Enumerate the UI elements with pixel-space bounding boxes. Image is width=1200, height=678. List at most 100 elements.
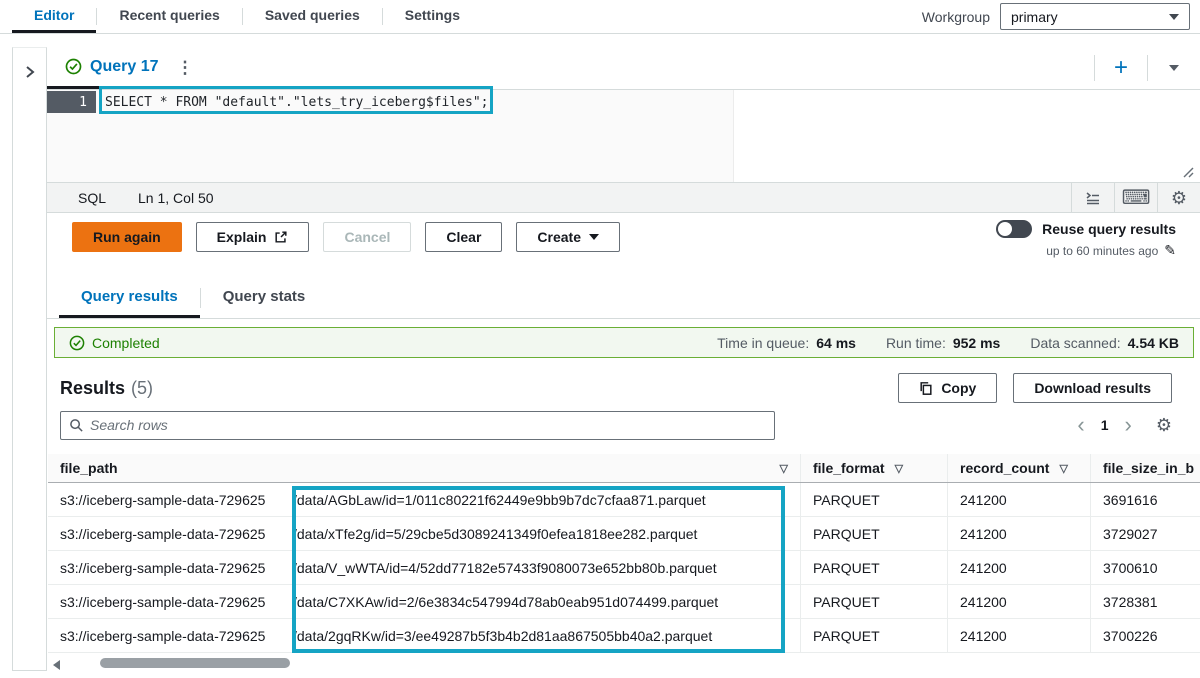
column-header-record-count[interactable]: record_count ▽ [947,454,1090,482]
cell-file-size[interactable]: 3700226 [1090,619,1200,652]
copy-label: Copy [941,380,976,396]
scroll-left-arrow[interactable] [53,660,60,670]
cell-file-format[interactable]: PARQUET [800,551,947,584]
clear-button[interactable]: Clear [425,222,502,252]
tab-recent-queries[interactable]: Recent queries [97,0,241,33]
query-tab-bar: Query 17 ⋮ + [47,47,1200,90]
file-path-prefix: s3://iceberg-sample-data-729625 [60,492,293,508]
column-label: file_format [813,460,885,476]
file-path-prefix: s3://iceberg-sample-data-729625 [60,560,293,576]
stat-run-time: Run time: 952 ms [886,335,1000,351]
keyboard-icon: ⌨ [1122,188,1151,208]
keyboard-shortcuts-button[interactable]: ⌨ [1115,183,1157,212]
current-page-number[interactable]: 1 [1101,417,1109,433]
cell-file-format[interactable]: PARQUET [800,585,947,618]
cell-file-path[interactable]: s3://iceberg-sample-data-729625 /data/2g… [48,619,800,652]
chevron-down-icon [1169,65,1179,71]
cell-file-path[interactable]: s3://iceberg-sample-data-729625 /data/C7… [48,585,800,618]
tab-query-results[interactable]: Query results [59,278,200,318]
editor-language-label: SQL [78,190,106,206]
horizontal-scrollbar [47,656,1200,671]
table-row[interactable]: s3://iceberg-sample-data-729625 /data/C7… [48,585,1200,619]
column-header-file-path[interactable]: file_path ▽ [48,454,800,482]
top-nav-tabs: Editor Recent queries Saved queries Sett… [0,0,482,33]
stat-time-in-queue: Time in queue: 64 ms [717,335,856,351]
new-query-tab-button[interactable]: + [1095,56,1147,80]
toggle-knob [998,222,1012,236]
editor-resize-handle[interactable] [1180,164,1194,178]
chevron-down-icon [1169,14,1179,20]
filter-icon[interactable]: ▽ [1059,462,1067,475]
query-tab[interactable]: Query 17 [47,47,168,89]
query-tab-menu-button[interactable]: ⋮ [168,58,201,78]
reuse-results-toggle[interactable] [996,220,1032,238]
format-icon [1084,190,1102,206]
chevron-down-icon [589,234,599,240]
cell-file-size[interactable]: 3728381 [1090,585,1200,618]
cell-record-count[interactable]: 241200 [947,517,1090,550]
cell-file-format[interactable]: PARQUET [800,619,947,652]
query-success-icon [65,58,82,75]
filter-icon[interactable]: ▽ [895,462,903,475]
cursor-position-label: Ln 1, Col 50 [138,190,214,206]
create-button[interactable]: Create [516,222,620,252]
editor-status-bar: SQL Ln 1, Col 50 ⌨ ⚙ [47,182,1200,213]
cell-file-size[interactable]: 3700610 [1090,551,1200,584]
format-query-button[interactable] [1072,183,1114,212]
expand-sidebar-button[interactable] [22,64,38,670]
workgroup-select[interactable]: primary [1000,3,1190,30]
sql-editor[interactable]: 1 SELECT * FROM "default"."lets_try_iceb… [47,90,1200,182]
cell-record-count[interactable]: 241200 [947,585,1090,618]
next-page-button[interactable]: › [1125,414,1132,436]
edit-pencil-icon[interactable]: ✎ [1164,242,1176,259]
cancel-button: Cancel [323,222,411,252]
file-path-prefix: s3://iceberg-sample-data-729625 [60,594,293,610]
tab-saved-queries[interactable]: Saved queries [243,0,382,33]
reuse-query-results-block: Reuse query results up to 60 minutes ago… [996,220,1176,259]
tab-settings[interactable]: Settings [383,0,482,33]
download-results-button[interactable]: Download results [1013,373,1172,403]
results-tabs: Query results Query stats [47,278,1200,319]
cell-record-count[interactable]: 241200 [947,483,1090,516]
cell-file-format[interactable]: PARQUET [800,517,947,550]
cell-file-size[interactable]: 3729027 [1090,517,1200,550]
copy-button[interactable]: Copy [898,373,997,403]
chevron-right-icon [22,64,38,80]
scrollbar-thumb[interactable] [100,658,290,668]
filter-icon[interactable]: ▽ [780,462,788,475]
search-rows-input[interactable] [90,417,766,433]
table-row[interactable]: s3://iceberg-sample-data-729625 /data/AG… [48,483,1200,517]
column-label: file_size_in_b [1103,460,1194,476]
stat-label: Data scanned: [1030,335,1120,351]
table-row[interactable]: s3://iceberg-sample-data-729625 /data/2g… [48,619,1200,653]
file-path-data-segment: /data/V_wWTA/id=4/52dd77182e57433f908007… [293,560,717,576]
query-status-banner: Completed Time in queue: 64 ms Run time:… [54,327,1194,358]
query-tabs-dropdown-button[interactable] [1148,65,1200,71]
results-table-header: file_path ▽ file_format ▽ record_count ▽… [48,454,1200,483]
cell-file-path[interactable]: s3://iceberg-sample-data-729625 /data/AG… [48,483,800,516]
collapsed-sidebar [12,47,47,671]
run-again-button[interactable]: Run again [72,222,182,252]
results-preferences-gear-icon[interactable]: ⚙ [1156,416,1172,434]
results-count: (5) [131,378,153,399]
search-box [60,411,775,440]
cell-record-count[interactable]: 241200 [947,551,1090,584]
tab-editor[interactable]: Editor [12,0,96,33]
cell-record-count[interactable]: 241200 [947,619,1090,652]
cell-file-format[interactable]: PARQUET [800,483,947,516]
reuse-results-label: Reuse query results [1042,221,1176,237]
column-header-file-format[interactable]: file_format ▽ [800,454,947,482]
cell-file-path[interactable]: s3://iceberg-sample-data-729625 /data/xT… [48,517,800,550]
stat-value: 952 ms [953,335,1000,351]
cell-file-path[interactable]: s3://iceberg-sample-data-729625 /data/V_… [48,551,800,584]
previous-page-button[interactable]: ‹ [1077,414,1084,436]
tab-query-stats[interactable]: Query stats [201,278,328,318]
table-row[interactable]: s3://iceberg-sample-data-729625 /data/xT… [48,517,1200,551]
workgroup-label: Workgroup [922,9,990,25]
table-row[interactable]: s3://iceberg-sample-data-729625 /data/V_… [48,551,1200,585]
cell-file-size[interactable]: 3691616 [1090,483,1200,516]
explain-button[interactable]: Explain [196,222,310,252]
column-header-file-size[interactable]: file_size_in_b [1090,454,1200,482]
editor-settings-button[interactable]: ⚙ [1158,183,1200,212]
file-path-data-segment: /data/C7XKAw/id=2/6e3834c547994d78ab0eab… [293,594,718,610]
